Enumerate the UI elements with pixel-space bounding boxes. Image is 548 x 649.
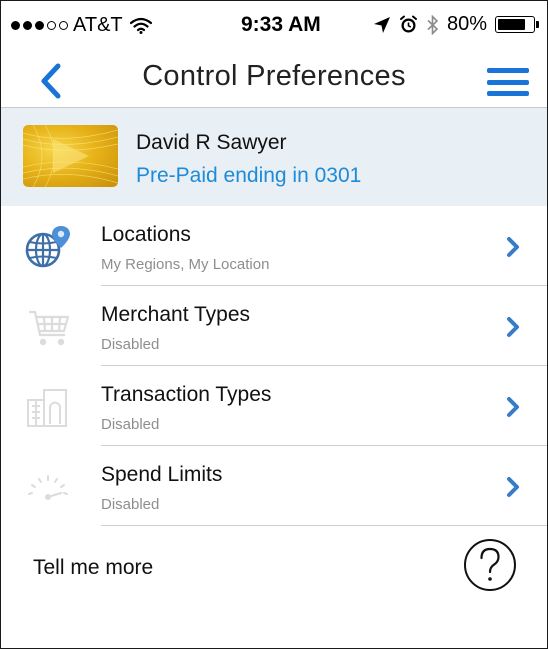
list-item-locations[interactable]: Locations My Regions, My Location <box>1 206 547 286</box>
hamburger-menu-icon-bar <box>487 79 529 85</box>
list-item-title: Spend Limits <box>101 463 223 486</box>
list-item-subtitle: Disabled <box>101 496 160 513</box>
signal-dot <box>59 21 68 30</box>
chevron-right-icon <box>507 317 519 337</box>
account-summary: David R Sawyer Pre-Paid ending in 0301 <box>1 108 547 206</box>
chevron-right-icon <box>507 477 519 497</box>
battery-percent: 80% <box>446 13 487 35</box>
signal-strength-icon <box>11 21 68 30</box>
list-item-subtitle: My Regions, My Location <box>101 256 270 273</box>
signal-dot <box>35 21 44 30</box>
battery-shell <box>495 16 535 33</box>
card-image <box>23 125 118 187</box>
battery-fill <box>498 19 526 30</box>
preferences-list: Locations My Regions, My Location Mercha… <box>1 206 547 526</box>
tell-me-more-label: Tell me more <box>33 556 154 579</box>
list-item-title: Locations <box>101 223 191 246</box>
battery-icon <box>495 16 539 33</box>
chevron-right-icon <box>507 397 519 417</box>
list-item-transaction-types[interactable]: Transaction Types Disabled <box>1 366 547 446</box>
battery-nub <box>536 21 539 28</box>
status-bar: AT&T 9:33 AM 80% <box>1 1 547 51</box>
signal-dot <box>47 21 56 30</box>
status-time: 9:33 AM <box>241 13 321 36</box>
shopping-cart-icon <box>29 310 70 346</box>
bluetooth-icon <box>427 14 439 35</box>
card-holder-name: David R Sawyer <box>136 131 287 154</box>
carrier-name: AT&T <box>73 14 123 36</box>
card-description[interactable]: Pre-Paid ending in 0301 <box>136 164 361 188</box>
list-item-title: Merchant Types <box>101 303 251 326</box>
list-item-title: Transaction Types <box>101 383 272 406</box>
page-title: Control Preferences <box>142 60 406 92</box>
status-right: 80% <box>373 13 539 36</box>
list-item-subtitle: Disabled <box>101 416 160 433</box>
list-item-merchant-types[interactable]: Merchant Types Disabled <box>1 286 547 366</box>
globe-location-icon <box>25 226 70 268</box>
hamburger-menu-icon-bar <box>487 68 529 73</box>
status-left: AT&T <box>11 14 152 37</box>
hamburger-menu-icon-bar <box>487 91 529 96</box>
alarm-clock-icon <box>399 15 417 33</box>
tell-me-more-row[interactable]: Tell me more <box>1 526 547 616</box>
wifi-icon <box>129 17 152 34</box>
gauge-icon <box>28 475 68 500</box>
store-building-icon <box>27 389 67 427</box>
navigation-bar: Control Preferences <box>1 51 547 107</box>
chevron-right-icon <box>507 237 519 257</box>
location-arrow-icon <box>373 16 390 33</box>
menu-button[interactable] <box>487 68 529 96</box>
list-item-spend-limits[interactable]: Spend Limits Disabled <box>1 446 547 526</box>
list-item-subtitle: Disabled <box>101 336 160 353</box>
signal-dot <box>23 21 32 30</box>
phone-screen: AT&T 9:33 AM 80% Control Preferences Dav… <box>0 0 548 649</box>
signal-dot <box>11 21 20 30</box>
question-mark-icon[interactable] <box>463 538 517 592</box>
